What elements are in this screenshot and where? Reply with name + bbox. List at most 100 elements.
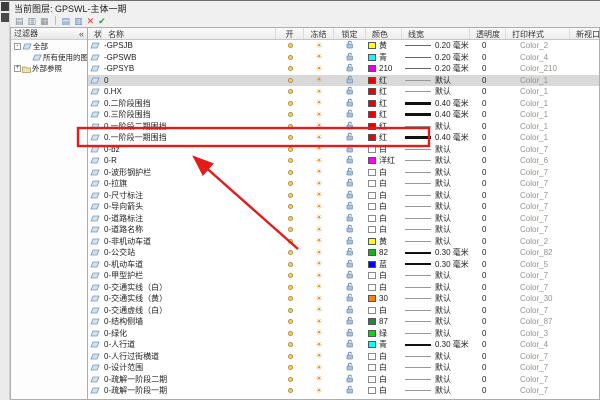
layer-transparency-cell[interactable]: 0 <box>470 374 506 386</box>
layer-transparency-cell[interactable]: 0 <box>470 293 506 305</box>
layer-color-cell[interactable]: 白 <box>366 178 402 190</box>
layer-on-toggle[interactable] <box>276 316 304 328</box>
layer-freeze-toggle[interactable]: ☀ <box>304 178 334 190</box>
layer-on-toggle[interactable] <box>276 385 304 397</box>
layer-row[interactable]: 0-甲型护栏☀白默认0Color_7 <box>88 270 599 282</box>
layer-color-cell[interactable]: 白 <box>366 282 402 294</box>
layer-freeze-toggle[interactable]: ☀ <box>304 40 334 52</box>
layer-lineweight-cell[interactable]: 默认 <box>402 178 470 190</box>
layer-lineweight-cell[interactable]: 默认 <box>402 362 470 374</box>
layer-row[interactable]: 0-结构侧墙☀87默认0Color_87 <box>88 316 599 328</box>
layer-on-toggle[interactable] <box>276 86 304 98</box>
layer-lineweight-cell[interactable]: 默认 <box>402 328 470 340</box>
layer-row[interactable]: 0.HX☀红默认0Color_1 <box>88 86 599 98</box>
filters-tree-item-1[interactable]: -全部 <box>11 41 87 52</box>
layer-color-cell[interactable]: 白 <box>366 351 402 363</box>
layer-lock-toggle[interactable] <box>334 52 366 64</box>
layer-row[interactable]: 0.三阶段围挡☀红0.40 毫米0Color_1 <box>88 109 599 121</box>
layer-freeze-toggle[interactable]: ☀ <box>304 259 334 271</box>
column-header-颜色[interactable]: 颜色 <box>366 28 402 39</box>
layer-freeze-toggle[interactable]: ☀ <box>304 213 334 225</box>
layer-lineweight-cell[interactable]: 默认 <box>402 201 470 213</box>
layer-freeze-toggle[interactable]: ☀ <box>304 109 334 121</box>
layer-color-cell[interactable]: 87 <box>366 316 402 328</box>
layer-freeze-toggle[interactable]: ☀ <box>304 63 334 75</box>
layer-freeze-toggle[interactable]: ☀ <box>304 144 334 156</box>
layer-on-toggle[interactable] <box>276 178 304 190</box>
layer-row[interactable]: 0-疏解一阶段一期☀白默认0Color_7 <box>88 385 599 397</box>
column-header-打印样式[interactable]: 打印样式 <box>506 28 570 39</box>
layer-lock-toggle[interactable] <box>334 385 366 397</box>
layer-color-cell[interactable]: 蓝 <box>366 259 402 271</box>
layer-states-manager-icon[interactable]: ▦ <box>40 16 49 26</box>
layer-color-cell[interactable]: 白 <box>366 305 402 317</box>
layer-new-viewport-cell[interactable] <box>570 121 599 133</box>
layer-transparency-cell[interactable]: 0 <box>470 362 506 374</box>
layer-lock-toggle[interactable] <box>334 63 366 75</box>
layer-row[interactable]: 0-bz☀白默认0Color_7 <box>88 144 599 156</box>
layer-row[interactable]: 0-拉旗☀白默认0Color_7 <box>88 178 599 190</box>
layer-freeze-toggle[interactable]: ☀ <box>304 305 334 317</box>
layer-new-viewport-cell[interactable] <box>570 86 599 98</box>
layer-freeze-toggle[interactable]: ☀ <box>304 282 334 294</box>
layer-new-viewport-cell[interactable] <box>570 201 599 213</box>
layer-lock-toggle[interactable] <box>334 75 366 87</box>
layer-on-toggle[interactable] <box>276 201 304 213</box>
layer-transparency-cell[interactable]: 0 <box>470 328 506 340</box>
layer-freeze-toggle[interactable]: ☀ <box>304 362 334 374</box>
layer-row[interactable]: -GPSWB☀青0.20 毫米0Color_4 <box>88 52 599 64</box>
layer-color-cell[interactable]: 210 <box>366 63 402 75</box>
layer-row[interactable]: 0-导向箭头☀白默认0Color_7 <box>88 201 599 213</box>
layer-lineweight-cell[interactable]: 默认 <box>402 316 470 328</box>
layer-on-toggle[interactable] <box>276 351 304 363</box>
expand-icon[interactable]: + <box>14 65 21 72</box>
layer-lock-toggle[interactable] <box>334 167 366 179</box>
layer-transparency-cell[interactable]: 0 <box>470 40 506 52</box>
layer-color-cell[interactable]: 白 <box>366 374 402 386</box>
layer-freeze-toggle[interactable]: ☀ <box>304 132 334 144</box>
layer-on-toggle[interactable] <box>276 40 304 52</box>
layer-lock-toggle[interactable] <box>334 155 366 167</box>
layer-lineweight-cell[interactable]: 0.40 毫米 <box>402 98 470 110</box>
layer-transparency-cell[interactable]: 0 <box>470 316 506 328</box>
layer-lock-toggle[interactable] <box>334 236 366 248</box>
layer-lock-toggle[interactable] <box>334 121 366 133</box>
layer-lock-toggle[interactable] <box>334 86 366 98</box>
layer-new-viewport-cell[interactable] <box>570 52 599 64</box>
layer-on-toggle[interactable] <box>276 98 304 110</box>
layer-color-cell[interactable]: 82 <box>366 247 402 259</box>
layer-on-toggle[interactable] <box>276 132 304 144</box>
layer-transparency-cell[interactable]: 0 <box>470 385 506 397</box>
layer-new-viewport-cell[interactable] <box>570 351 599 363</box>
layer-transparency-cell[interactable]: 0 <box>470 86 506 98</box>
layer-new-viewport-cell[interactable] <box>570 109 599 121</box>
layer-on-toggle[interactable] <box>276 305 304 317</box>
layer-lineweight-cell[interactable]: 0.40 毫米 <box>402 132 470 144</box>
layer-freeze-toggle[interactable]: ☀ <box>304 316 334 328</box>
layer-color-cell[interactable]: 白 <box>366 201 402 213</box>
layer-freeze-toggle[interactable]: ☀ <box>304 155 334 167</box>
layer-transparency-cell[interactable]: 0 <box>470 270 506 282</box>
layer-lock-toggle[interactable] <box>334 305 366 317</box>
layer-transparency-cell[interactable]: 0 <box>470 282 506 294</box>
layer-transparency-cell[interactable]: 0 <box>470 75 506 87</box>
layer-on-toggle[interactable] <box>276 282 304 294</box>
collapse-filters-button[interactable]: « <box>79 29 84 39</box>
layer-new-viewport-cell[interactable] <box>570 144 599 156</box>
layer-on-toggle[interactable] <box>276 190 304 202</box>
layer-freeze-toggle[interactable]: ☀ <box>304 190 334 202</box>
layer-lock-toggle[interactable] <box>334 293 366 305</box>
layer-color-cell[interactable]: 白 <box>366 190 402 202</box>
layer-transparency-cell[interactable]: 0 <box>470 132 506 144</box>
column-header-线宽[interactable]: 线宽 <box>402 28 470 39</box>
layer-transparency-cell[interactable]: 0 <box>470 190 506 202</box>
layer-on-toggle[interactable] <box>276 213 304 225</box>
layer-transparency-cell[interactable]: 0 <box>470 236 506 248</box>
column-header-开[interactable]: 开 <box>276 28 304 39</box>
layer-color-cell[interactable]: 洋红 <box>366 155 402 167</box>
layer-color-cell[interactable]: 白 <box>366 213 402 225</box>
layer-row[interactable]: 0-人行过街横道☀白默认0Color_7 <box>88 351 599 363</box>
layer-on-toggle[interactable] <box>276 293 304 305</box>
layer-freeze-toggle[interactable]: ☀ <box>304 224 334 236</box>
layer-color-cell[interactable]: 红 <box>366 98 402 110</box>
